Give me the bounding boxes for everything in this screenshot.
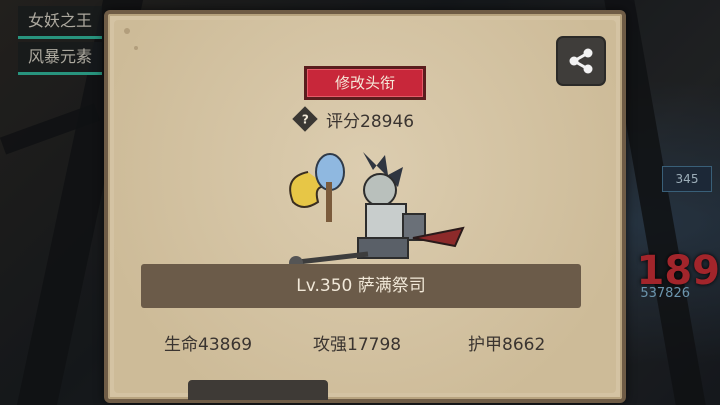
hero-portrait: [289, 152, 465, 270]
corner-dot: [124, 28, 130, 34]
question-diamond-icon[interactable]: ?: [292, 106, 318, 132]
score-text: 评分28946: [326, 111, 415, 132]
corner-dot: [134, 46, 138, 50]
edit-title-button[interactable]: 修改头衔: [304, 66, 426, 100]
share-icon: [569, 48, 593, 74]
stat-attack: 攻强17798: [313, 335, 402, 355]
hero-info-panel: 修改头衔 ? 评分28946 Lv.350 萨满祭司 生命43869 攻强177…: [104, 10, 626, 403]
stat-hp: 生命43869: [164, 335, 253, 355]
share-button[interactable]: [556, 36, 606, 86]
hero-name-bar: Lv.350 萨满祭司: [141, 264, 581, 308]
stat-armor: 护甲8662: [468, 335, 546, 355]
bottom-tab-partial[interactable]: [188, 380, 328, 400]
score-row: ? 评分28946: [292, 106, 415, 132]
